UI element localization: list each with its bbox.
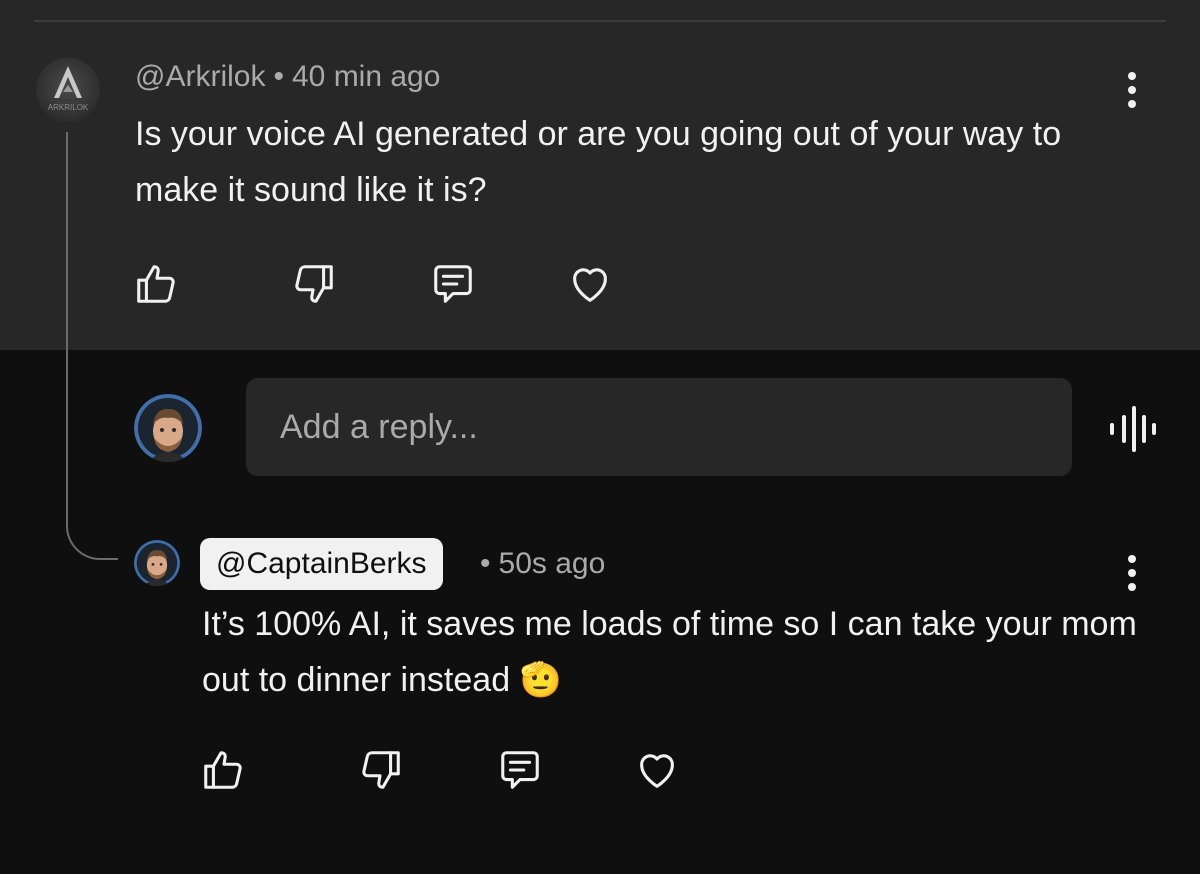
reply-input[interactable]: Add a reply... xyxy=(246,378,1072,476)
reply-button[interactable] xyxy=(427,258,479,310)
meta-separator: • xyxy=(273,60,284,93)
thumbs-up-icon xyxy=(137,265,175,303)
arkrilok-logo: ARKRILOK xyxy=(48,66,89,112)
avatar-logo-text: ARKRILOK xyxy=(48,103,89,112)
comment-meta: @Arkrilok • 40 min ago xyxy=(135,60,440,94)
reply-user-photo xyxy=(134,540,180,586)
avatar-arkrilok[interactable]: ARKRILOK xyxy=(36,58,100,122)
user-photo xyxy=(134,394,202,462)
thumbs-down-icon xyxy=(362,751,400,789)
voice-search-icon xyxy=(1110,406,1156,452)
comment-text: Is your voice AI generated or are you go… xyxy=(135,115,1062,209)
reply-heart-button[interactable] xyxy=(631,744,683,796)
dislike-button[interactable] xyxy=(288,258,340,310)
heart-button[interactable] xyxy=(564,258,616,310)
thumbs-up-icon xyxy=(204,751,242,789)
voice-search-button[interactable] xyxy=(1104,404,1160,454)
reply-meta-separator: • xyxy=(480,547,491,580)
reply-author-badge[interactable]: @CaptainBerks xyxy=(200,538,443,590)
reply-reply-button[interactable] xyxy=(494,744,546,796)
reply-dislike-button[interactable] xyxy=(355,744,407,796)
reply-like-button[interactable] xyxy=(197,744,249,796)
heart-icon xyxy=(640,754,674,788)
comment-timestamp[interactable]: 40 min ago xyxy=(292,60,440,93)
reply-text: It’s 100% AI, it saves me loads of time … xyxy=(202,605,1137,699)
reply-meta: • 50s ago xyxy=(480,547,605,581)
reply-timestamp[interactable]: 50s ago xyxy=(499,547,606,580)
reply-input-placeholder: Add a reply... xyxy=(280,407,478,446)
comment-icon xyxy=(434,265,472,303)
reply-more-vertical-icon[interactable] xyxy=(1112,549,1152,597)
like-button[interactable] xyxy=(130,258,182,310)
reply-author-avatar[interactable] xyxy=(134,540,180,586)
thread-connector-line xyxy=(66,132,118,560)
divider xyxy=(34,20,1166,22)
comment-author[interactable]: @Arkrilok xyxy=(135,60,265,93)
comment-icon xyxy=(501,751,539,789)
thumbs-down-icon xyxy=(295,265,333,303)
current-user-avatar[interactable] xyxy=(134,394,202,462)
heart-icon xyxy=(573,268,607,302)
